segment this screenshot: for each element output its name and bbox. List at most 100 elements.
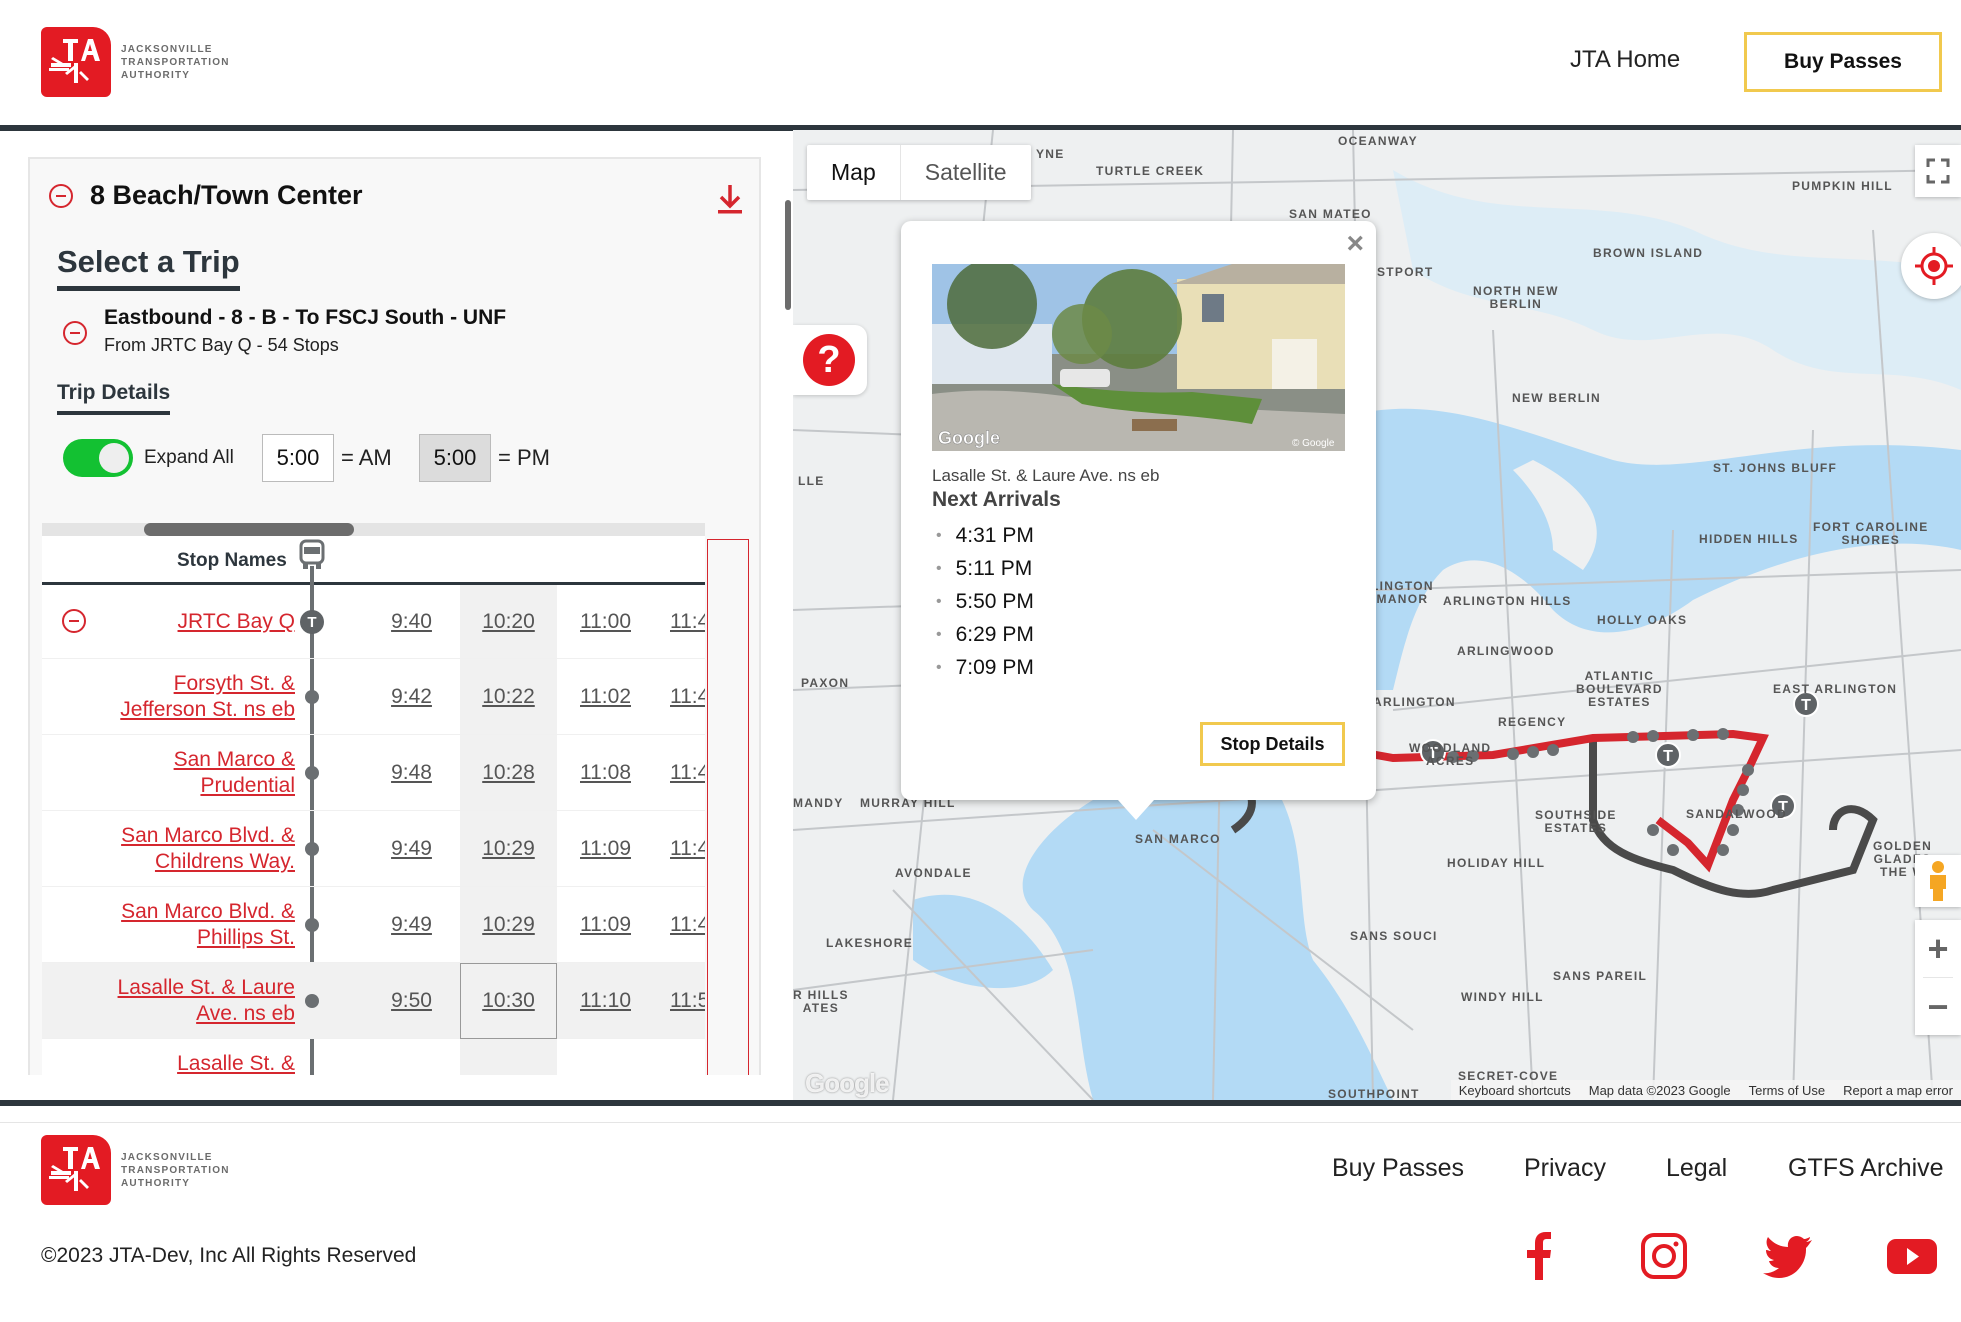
time-link[interactable]: 9:49 — [363, 913, 460, 937]
stop-name-link[interactable]: San Marco Blvd. & Childrens Way. — [121, 823, 295, 875]
time-link[interactable]: 9:49 — [363, 837, 460, 861]
footer-gtfs-archive-link[interactable]: GTFS Archive — [1788, 1154, 1944, 1183]
page-scrollbar-thumb[interactable] — [785, 200, 791, 310]
close-icon[interactable]: × — [1346, 227, 1364, 261]
time-link[interactable]: 9:50 — [363, 989, 460, 1013]
stop-name-link[interactable]: San Marco & Prudential — [174, 747, 295, 799]
facebook-icon[interactable] — [1511, 1228, 1567, 1284]
my-location-button[interactable] — [1901, 233, 1961, 299]
time-link[interactable]: 11:4 — [654, 913, 705, 937]
collapse-trip-icon[interactable] — [63, 321, 87, 345]
map-stop-marker[interactable] — [1737, 784, 1749, 796]
time-link[interactable]: 10:28 — [460, 761, 557, 785]
time-link[interactable]: 9:40 — [363, 610, 460, 634]
time-link[interactable]: 9:48 — [363, 761, 460, 785]
jta-logo[interactable]: JACKSONVILLE TRANSPORTATION AUTHORITY — [41, 27, 230, 97]
map-place-label: SAN MATEO — [1289, 207, 1372, 221]
footer-jta-logo[interactable]: JACKSONVILLE TRANSPORTATION AUTHORITY — [41, 1135, 230, 1205]
map-stop-marker[interactable] — [1547, 744, 1559, 756]
download-icon[interactable] — [715, 183, 745, 215]
time-link[interactable]: 11:09 — [557, 913, 654, 937]
logo-line: AUTHORITY — [121, 69, 191, 81]
fullscreen-button[interactable] — [1915, 145, 1961, 197]
collapse-route-icon[interactable] — [49, 184, 73, 208]
footer-privacy-link[interactable]: Privacy — [1524, 1154, 1606, 1183]
map-stop-marker[interactable] — [1507, 748, 1519, 760]
street-view-pegman[interactable] — [1915, 855, 1961, 907]
toggle-knob — [99, 443, 129, 473]
map-stop-marker[interactable] — [1627, 731, 1639, 743]
time-link[interactable]: 11:4 — [654, 761, 705, 785]
stop-details-button[interactable]: Stop Details — [1200, 722, 1345, 766]
expand-all-toggle[interactable] — [63, 439, 133, 477]
stop-name-link[interactable]: San Marco Blvd. & Phillips St. — [121, 899, 295, 951]
time-link[interactable]: 11:4 — [654, 837, 705, 861]
time-link[interactable]: 11:4 — [654, 610, 705, 634]
keyboard-shortcuts-link[interactable]: Keyboard shortcuts — [1459, 1083, 1571, 1098]
nav-jta-home-link[interactable]: JTA Home — [1570, 46, 1680, 74]
logo-line: TRANSPORTATION — [121, 1164, 230, 1176]
scrollbar-thumb[interactable] — [144, 523, 354, 536]
time-link[interactable]: 11:4 — [654, 685, 705, 709]
time-link[interactable]: 11:5 — [654, 989, 705, 1013]
map-place-label: PAXON — [801, 676, 850, 690]
collapse-stop-icon[interactable] — [62, 609, 86, 633]
time-link[interactable]: 10:29 — [460, 837, 557, 861]
stop-name-line: Forsyth St. & — [173, 672, 295, 695]
zoom-out-button[interactable]: − — [1915, 978, 1961, 1035]
report-error-link[interactable]: Report a map error — [1843, 1083, 1953, 1098]
stop-name-link[interactable]: JRTC Bay Q — [178, 609, 295, 635]
table-horizontal-scrollbar[interactable] — [42, 523, 705, 536]
time-link[interactable]: 11:10 — [557, 989, 654, 1013]
logo-line: JACKSONVILLE — [121, 43, 213, 55]
map-stop-marker[interactable] — [1717, 844, 1729, 856]
map-stop-marker[interactable] — [1727, 824, 1739, 836]
route-map[interactable]: TTTTTT OCEANWAYYNETURTLE CREEKSAN MATEOP… — [793, 130, 1961, 1100]
map-transit-hub-marker[interactable]: T — [1655, 742, 1681, 768]
popup-stop-name: Lasalle St. & Laure Ave. ns eb — [932, 466, 1160, 485]
pm-legend-box: 5:00 — [419, 434, 491, 482]
map-place-label: HIDDEN HILLS — [1699, 532, 1799, 546]
time-link[interactable]: 11:09 — [557, 837, 654, 861]
time-link[interactable]: 9:42 — [363, 685, 460, 709]
time-link[interactable]: 11:00 — [557, 610, 654, 634]
map-place-label: WOODLAND ACRES — [1409, 741, 1492, 768]
footer-buy-passes-link[interactable]: Buy Passes — [1332, 1154, 1464, 1183]
map-place-label: SOUTHPOINT — [1328, 1087, 1420, 1101]
stop-name-link[interactable]: Lasalle St. & — [177, 1051, 295, 1075]
stop-name-link[interactable]: Lasalle St. & Laure Ave. ns eb — [118, 975, 295, 1027]
time-link[interactable]: 10:29 — [460, 913, 557, 937]
map-stop-marker[interactable] — [1742, 764, 1754, 776]
time-link[interactable]: 11:08 — [557, 761, 654, 785]
map-stop-marker[interactable] — [1667, 844, 1679, 856]
instagram-icon[interactable] — [1636, 1228, 1692, 1284]
twitter-icon[interactable] — [1760, 1228, 1816, 1284]
stop-name-link[interactable]: Forsyth St. & Jefferson St. ns eb — [120, 671, 295, 723]
footer-legal-link[interactable]: Legal — [1666, 1154, 1727, 1183]
arrival-time: 5:11 PM — [932, 552, 1034, 585]
street-view-copyright: © Google — [1292, 438, 1335, 449]
time-link[interactable]: 10:22 — [460, 685, 557, 709]
time-link-selected[interactable]: 10:30 — [460, 989, 557, 1013]
map-place-label: EAST ARLINGTON — [1773, 682, 1898, 696]
map-stop-marker[interactable] — [1647, 730, 1659, 742]
help-button[interactable]: ? — [793, 325, 867, 395]
map-stop-marker[interactable] — [1647, 824, 1659, 836]
map-place-label: WINDY HILL — [1461, 990, 1544, 1004]
time-link[interactable]: 10:20 — [460, 610, 557, 634]
map-stop-marker[interactable] — [1687, 729, 1699, 741]
map-stop-marker[interactable] — [1527, 746, 1539, 758]
map-type-map-button[interactable]: Map — [807, 145, 901, 200]
zoom-in-button[interactable]: + — [1915, 920, 1961, 977]
map-place-label: PUMPKIN HILL — [1792, 179, 1893, 193]
terms-link[interactable]: Terms of Use — [1749, 1083, 1826, 1098]
youtube-icon[interactable] — [1884, 1228, 1940, 1284]
trip-name[interactable]: Eastbound - 8 - B - To FSCJ South - UNF — [104, 306, 506, 330]
time-link[interactable]: 11:02 — [557, 685, 654, 709]
map-place-label: ARLINGTON HILLS — [1443, 594, 1572, 608]
map-type-satellite-button[interactable]: Satellite — [901, 145, 1031, 200]
map-stop-marker[interactable] — [1717, 728, 1729, 740]
map-place-label: LLE — [798, 474, 825, 488]
buy-passes-button[interactable]: Buy Passes — [1744, 32, 1942, 92]
stop-name-line: Lasalle St. & Laure — [117, 976, 295, 999]
